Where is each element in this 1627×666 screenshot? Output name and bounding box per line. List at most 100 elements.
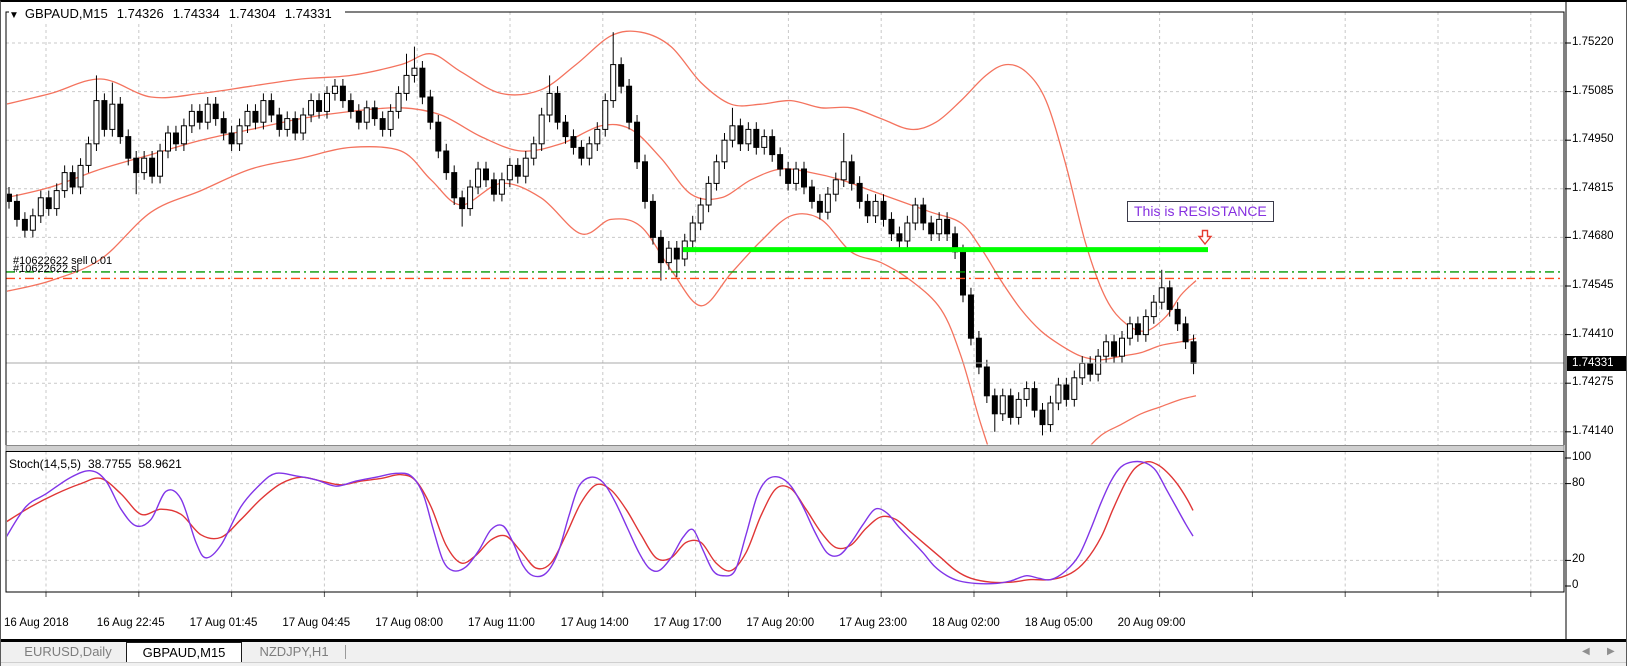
time-axis-label: 17 Aug 04:45 — [282, 617, 351, 629]
time-axis-label: 17 Aug 23:00 — [839, 617, 907, 629]
candle-body — [1063, 384, 1070, 400]
symbol-dropdown-icon[interactable]: ▼ — [9, 10, 19, 21]
time-axis-label: 18 Aug 02:00 — [932, 617, 1000, 629]
candle-body — [220, 118, 227, 134]
stop-line-label[interactable]: #10622622 sl — [13, 263, 79, 275]
price-axis-label: 1.74680 — [1572, 230, 1614, 243]
stoch-axis-label: 20 — [1572, 553, 1585, 566]
candle-body — [1126, 323, 1133, 339]
mt4-chart-window: ▼ GBPAUD,M15 1.74326 1.74334 1.74304 1.74331 … — [0, 0, 1627, 666]
main-pane-border — [5, 11, 1565, 446]
candle-body — [514, 164, 521, 177]
candle-body — [443, 150, 450, 174]
stochastic-main-line — [7, 460, 1194, 585]
candle-body — [165, 132, 171, 152]
candle-body — [475, 168, 482, 188]
tab-divider — [345, 645, 346, 659]
candle-body — [872, 200, 879, 217]
candle-body — [673, 247, 680, 260]
time-axis-label: 17 Aug 11:00 — [468, 617, 535, 629]
candle-body — [1007, 395, 1014, 418]
candle-body — [308, 100, 315, 116]
candle-body — [196, 110, 203, 123]
candle-body — [657, 236, 664, 264]
candle-body — [403, 74, 410, 94]
candle-body — [824, 193, 831, 213]
candle-body — [459, 197, 466, 210]
candle-body — [856, 182, 863, 202]
price-axis-label: 1.75085 — [1572, 84, 1614, 97]
candle-body — [300, 114, 307, 134]
time-axis-label: 17 Aug 01:45 — [189, 617, 258, 629]
candle-body — [880, 200, 887, 220]
down-arrow-icon[interactable] — [1197, 229, 1213, 251]
candle-body — [427, 96, 434, 123]
candle-body — [483, 168, 489, 181]
candle-body — [808, 186, 815, 202]
candle-body — [172, 132, 179, 145]
candle-body — [244, 110, 251, 127]
candle-body — [252, 110, 259, 123]
candle-body — [896, 233, 903, 242]
candle-body — [586, 143, 593, 159]
tab-scroll-right-icon[interactable]: ▶ — [1607, 645, 1615, 659]
tab-scroll-left-icon[interactable]: ◀ — [1582, 645, 1590, 659]
candle-body — [45, 197, 52, 210]
price-axis-label: 1.75220 — [1572, 36, 1614, 48]
candle-body — [1047, 402, 1054, 426]
candle-body — [562, 121, 569, 138]
candle-body — [777, 154, 784, 170]
time-axis-label: 17 Aug 20:00 — [746, 617, 815, 629]
candle-body — [983, 366, 990, 397]
candle-body — [37, 197, 44, 217]
candle-body — [157, 150, 164, 177]
candle-body — [467, 186, 474, 210]
candle-body — [737, 125, 744, 145]
candle-body — [816, 200, 823, 213]
candle-body — [522, 157, 529, 177]
candle-body — [13, 200, 20, 220]
candle-body — [999, 395, 1006, 415]
resistance-annotation[interactable]: This is RESISTANCE — [1127, 201, 1274, 222]
pane-divider[interactable] — [5, 445, 1565, 452]
candle-body — [204, 103, 211, 123]
candle-body — [212, 103, 219, 120]
candle-body — [188, 110, 195, 127]
candle-body — [387, 110, 394, 130]
candle-body — [793, 168, 800, 184]
price-axis-label: 1.74275 — [1572, 376, 1614, 389]
candle-body — [85, 143, 92, 166]
time-axis-label: 16 Aug 22:45 — [96, 617, 165, 629]
candle-body — [912, 204, 919, 224]
candle-body — [53, 190, 60, 210]
candle-body — [920, 204, 927, 224]
candle-body — [729, 125, 736, 141]
candle-body — [697, 204, 704, 224]
candle-body — [7, 193, 12, 202]
tab-gbpaud-m15[interactable]: GBPAUD,M15 — [126, 642, 242, 662]
tab-eurusd-daily[interactable]: EURUSD,Daily — [19, 642, 117, 662]
chart-tab-bar: EURUSD,Daily GBPAUD,M15 NZDJPY,H1 ◀ ▶ — [1, 642, 1626, 662]
candle-body — [745, 128, 752, 145]
candle-body — [578, 146, 585, 159]
time-axis-label: 17 Aug 17:00 — [653, 617, 722, 629]
candle-body — [634, 121, 641, 163]
candle-body — [991, 395, 998, 415]
candle-body — [125, 136, 132, 159]
candle-body — [1087, 362, 1094, 375]
candle-body — [69, 172, 76, 188]
symbol-period-label: GBPAUD,M15 — [24, 6, 108, 21]
candle-body — [276, 114, 283, 130]
candle-body — [1190, 341, 1197, 364]
stoch-axis-label: 80 — [1572, 476, 1585, 489]
price-axis-label: 1.74410 — [1572, 327, 1614, 340]
tab-nzdjpy-h1[interactable]: NZDJPY,H1 — [253, 642, 335, 662]
candle-body — [268, 100, 275, 116]
stochastic-main-value: 38.7755 — [88, 457, 132, 471]
candle-body — [721, 139, 728, 163]
candle-body — [928, 222, 935, 235]
candle-body — [506, 164, 513, 181]
candle-body — [490, 179, 497, 195]
chart-canvas[interactable] — [1, 2, 1627, 666]
candle-body — [848, 161, 855, 184]
